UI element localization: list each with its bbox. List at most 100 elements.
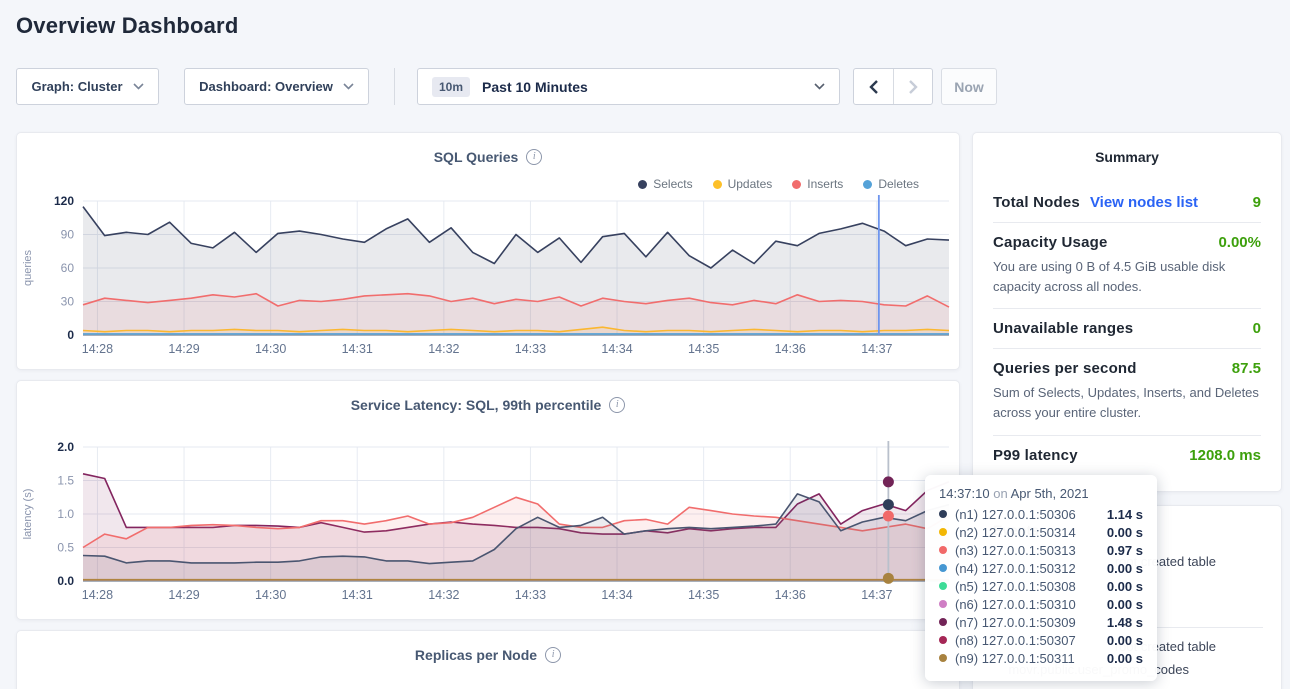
chart-title: Replicas per Node — [415, 647, 537, 663]
svg-text:14:29: 14:29 — [168, 588, 199, 602]
svg-text:1.5: 1.5 — [57, 474, 74, 488]
series-color-dot — [939, 582, 947, 590]
view-nodes-list-link[interactable]: View nodes list — [1090, 194, 1198, 211]
queries-per-second-value: 87.5 — [1232, 360, 1261, 377]
replicas-per-node-card: Replicas per Node i — [16, 630, 960, 689]
svg-text:14:33: 14:33 — [515, 342, 546, 356]
time-step-buttons — [853, 68, 933, 105]
time-range-label: Past 10 Minutes — [482, 79, 588, 95]
unavailable-ranges-value: 0 — [1253, 320, 1261, 337]
svg-text:14:30: 14:30 — [255, 588, 286, 602]
svg-text:14:37: 14:37 — [861, 588, 892, 602]
series-color-dot — [939, 510, 947, 518]
summary-title: Summary — [993, 149, 1261, 165]
capacity-usage-row: Capacity Usage 0.00% You are using 0 B o… — [993, 223, 1261, 308]
svg-text:14:32: 14:32 — [428, 342, 459, 356]
time-range-selector[interactable]: 10m Past 10 Minutes — [417, 68, 840, 105]
series-color-dot — [713, 180, 722, 189]
overview-dashboard-page: Overview Dashboard Graph: Cluster Dashbo… — [0, 0, 1290, 689]
series-color-dot — [939, 528, 947, 536]
svg-text:14:32: 14:32 — [428, 588, 459, 602]
legend-item-deletes[interactable]: Deletes — [863, 177, 919, 191]
service-latency-card: Service Latency: SQL, 99th percentile i … — [16, 380, 960, 620]
svg-text:14:28: 14:28 — [82, 588, 113, 602]
chart-title: Service Latency: SQL, 99th percentile — [351, 397, 602, 413]
tooltip-node-row: (n7) 127.0.0.1:50309 1.48 s — [939, 613, 1143, 631]
tooltip-node-row: (n8) 127.0.0.1:50307 0.00 s — [939, 631, 1143, 649]
svg-text:60: 60 — [61, 261, 75, 275]
unavailable-ranges-row: Unavailable ranges 0 — [993, 309, 1261, 348]
series-color-dot — [638, 180, 647, 189]
info-icon[interactable]: i — [609, 397, 625, 413]
legend-item-updates[interactable]: Updates — [713, 177, 773, 191]
svg-text:1.0: 1.0 — [57, 507, 74, 521]
svg-text:14:37: 14:37 — [861, 342, 892, 356]
summary-panel: Summary Total Nodes View nodes list 9 Ca… — [972, 132, 1282, 492]
info-icon[interactable]: i — [526, 149, 542, 165]
now-button[interactable]: Now — [941, 68, 997, 105]
svg-text:2.0: 2.0 — [57, 440, 74, 454]
total-nodes-label: Total Nodes — [993, 194, 1080, 211]
series-color-dot — [939, 564, 947, 572]
queries-per-second-row: Queries per second 87.5 Sum of Selects, … — [993, 349, 1261, 434]
svg-text:14:31: 14:31 — [342, 588, 373, 602]
chevron-down-icon — [814, 83, 825, 90]
chart-title: SQL Queries — [434, 149, 519, 165]
tooltip-node-row: (n1) 127.0.0.1:50306 1.14 s — [939, 505, 1143, 523]
series-color-dot — [939, 618, 947, 626]
total-nodes-row: Total Nodes View nodes list 9 — [993, 183, 1261, 222]
p99-latency-value: 1208.0 ms — [1189, 447, 1261, 464]
tooltip-node-row: (n3) 127.0.0.1:50313 0.97 s — [939, 541, 1143, 559]
page-title: Overview Dashboard — [16, 13, 238, 39]
tooltip-node-row: (n4) 127.0.0.1:50312 0.00 s — [939, 559, 1143, 577]
svg-text:14:36: 14:36 — [775, 342, 806, 356]
queries-per-second-label: Queries per second — [993, 360, 1137, 377]
svg-text:30: 30 — [61, 295, 75, 309]
svg-text:0.0: 0.0 — [57, 574, 74, 588]
svg-text:0: 0 — [67, 328, 74, 342]
svg-text:90: 90 — [61, 228, 75, 242]
graph-dropdown[interactable]: Graph: Cluster — [16, 68, 159, 105]
capacity-usage-value: 0.00% — [1218, 234, 1261, 251]
svg-text:14:36: 14:36 — [775, 588, 806, 602]
dashboard-dropdown[interactable]: Dashboard: Overview — [184, 68, 369, 105]
time-prev-button[interactable] — [854, 69, 893, 104]
sql-queries-card: SQL Queries i Selects Updates Inserts De… — [16, 132, 960, 370]
svg-text:queries: queries — [22, 249, 34, 286]
time-range-badge: 10m — [432, 77, 470, 97]
series-color-dot — [939, 654, 947, 662]
chevron-down-icon — [133, 83, 144, 90]
svg-text:14:33: 14:33 — [515, 588, 546, 602]
tooltip-timestamp: 14:37:10 on Apr 5th, 2021 — [939, 486, 1143, 501]
info-icon[interactable]: i — [545, 647, 561, 663]
controls-divider — [394, 68, 395, 105]
sql-queries-chart[interactable]: 14:2814:2914:3014:3114:3214:3314:3414:35… — [17, 191, 961, 367]
total-nodes-value: 9 — [1253, 194, 1261, 211]
p99-latency-row: P99 latency 1208.0 ms — [993, 436, 1261, 475]
tooltip-node-row: (n2) 127.0.0.1:50314 0.00 s — [939, 523, 1143, 541]
svg-text:14:29: 14:29 — [168, 342, 199, 356]
unavailable-ranges-label: Unavailable ranges — [993, 320, 1133, 337]
p99-latency-label: P99 latency — [993, 447, 1078, 464]
legend-item-selects[interactable]: Selects — [638, 177, 692, 191]
tooltip-node-row: (n6) 127.0.0.1:50310 0.00 s — [939, 595, 1143, 613]
chevron-down-icon — [343, 83, 354, 90]
tooltip-node-row: (n9) 127.0.0.1:50311 0.00 s — [939, 649, 1143, 667]
series-color-dot — [792, 180, 801, 189]
capacity-usage-label: Capacity Usage — [993, 234, 1108, 251]
series-color-dot — [939, 636, 947, 644]
legend-item-inserts[interactable]: Inserts — [792, 177, 843, 191]
series-color-dot — [939, 546, 947, 554]
svg-text:14:31: 14:31 — [342, 342, 373, 356]
tooltip-node-row: (n5) 127.0.0.1:50308 0.00 s — [939, 577, 1143, 595]
service-latency-chart[interactable]: 14:2814:2914:3014:3114:3214:3314:3414:35… — [17, 437, 961, 613]
dashboard-dropdown-label: Dashboard: Overview — [199, 79, 333, 94]
series-color-dot — [863, 180, 872, 189]
svg-text:14:35: 14:35 — [688, 342, 719, 356]
svg-text:120: 120 — [54, 194, 74, 208]
graph-dropdown-label: Graph: Cluster — [31, 79, 122, 94]
svg-text:latency (s): latency (s) — [22, 489, 34, 540]
time-next-button[interactable] — [893, 69, 932, 104]
sql-queries-legend: Selects Updates Inserts Deletes — [638, 177, 919, 191]
svg-text:14:34: 14:34 — [601, 342, 632, 356]
